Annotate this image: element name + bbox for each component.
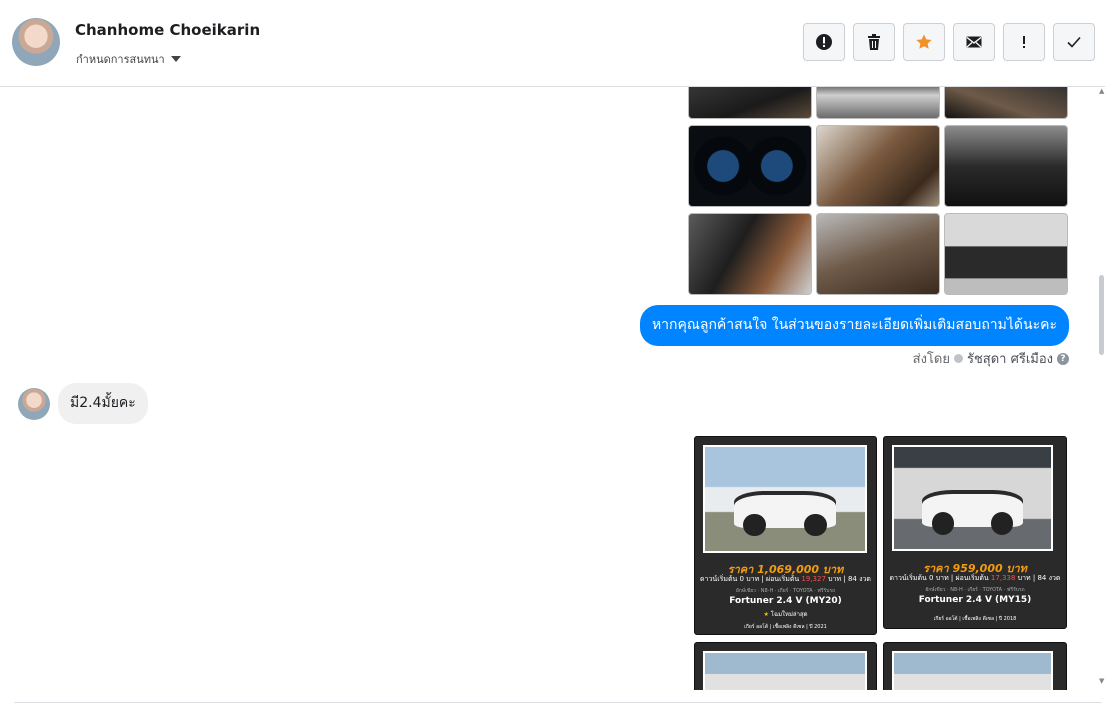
sender-avatar[interactable] — [18, 388, 50, 420]
caret-down-icon — [170, 56, 181, 62]
photo-attachment[interactable] — [688, 213, 812, 295]
help-icon[interactable]: ? — [1057, 352, 1069, 365]
star-icon — [916, 34, 932, 49]
photo-attachment[interactable] — [816, 87, 940, 119]
sent-by-prefix: ส่งโดย — [912, 352, 950, 367]
listing-sub: ยักษ์เขียว · N8-H · เกียร์ · TOYOTA · ฟร… — [925, 587, 1025, 593]
star-icon: ★ — [763, 611, 769, 618]
outgoing-message-bubble[interactable]: หากคุณลูกค้าสนใจ ในส่วนของรายละเอียดเพิ่… — [639, 305, 1069, 346]
mark-unread-button[interactable] — [953, 23, 995, 61]
photo-attachment[interactable] — [688, 125, 812, 207]
car-photo — [892, 445, 1053, 551]
conversation-toolbar — [803, 23, 1095, 61]
sent-by-info: ส่งโดย รัชสุดา ศรีเมือง ? — [913, 348, 1069, 369]
agent-avatar-icon — [953, 354, 963, 363]
car-photo — [892, 651, 1053, 690]
sent-by-name[interactable]: รัชสุดา ศรีเมือง — [967, 348, 1053, 369]
listing-model: Fortuner 2.4 V (MY15) — [918, 595, 1032, 605]
listing-image[interactable] — [694, 642, 877, 690]
scroll-up-icon[interactable]: ▲ — [1099, 87, 1104, 95]
photo-attachment[interactable] — [944, 125, 1068, 207]
car-photo — [703, 445, 867, 553]
check-icon — [1067, 36, 1081, 48]
listing-model: Fortuner 2.4 V (MY20) — [729, 596, 842, 606]
label-dropdown[interactable]: กำหนดการสนทนา — [76, 50, 181, 68]
message-thread[interactable]: หากคุณลูกค้าสนใจ ในส่วนของรายละเอียดเพิ่… — [0, 87, 1105, 690]
thread-scrollbar[interactable]: ▲ ▼ — [1098, 87, 1105, 690]
delete-button[interactable] — [853, 23, 895, 61]
mark-spam-button[interactable] — [803, 23, 845, 61]
listing-badge: ★ โฉมใหม่ล่าสุด — [763, 611, 808, 618]
label-dropdown-text: กำหนดการสนทนา — [76, 53, 165, 66]
photo-attachment[interactable] — [944, 213, 1068, 295]
car-photo — [703, 651, 867, 690]
scroll-down-icon[interactable]: ▼ — [1099, 677, 1104, 685]
listing-footer: เกียร์ ออโต้ | เชื้อเพลิง ดีเซล | ปี 201… — [933, 616, 1017, 622]
contact-name[interactable]: Chanhome Choeikarin — [75, 21, 260, 39]
listing-image[interactable] — [883, 642, 1067, 690]
star-button[interactable] — [903, 23, 945, 61]
listing-sub: ยักษ์เขียว · N8-H · เกียร์ · TOYOTA · ฟร… — [735, 588, 836, 594]
exclamation-circle-icon — [816, 34, 832, 50]
trash-icon — [868, 34, 880, 50]
contact-avatar[interactable] — [12, 18, 60, 66]
photo-attachment[interactable] — [816, 213, 940, 295]
incoming-message-bubble[interactable]: มี2.4มั้ยคะ — [58, 383, 148, 424]
listing-terms: ดาวน์เริ่มต้น 0 บาท | ผ่อนเริ่มต้น 17,33… — [889, 574, 1061, 582]
envelope-icon — [966, 36, 982, 48]
scrollbar-thumb[interactable] — [1099, 275, 1104, 355]
listing-image[interactable]: ราคา 1,069,000 บาท ดาวน์เริ่มต้น 0 บาท |… — [694, 436, 877, 635]
conversation-header: Chanhome Choeikarin กำหนดการสนทนา — [0, 0, 1105, 87]
photo-attachment[interactable] — [944, 87, 1068, 119]
listing-terms: ดาวน์เริ่มต้น 0 บาท | ผ่อนเริ่มต้น 19,32… — [700, 575, 871, 583]
listing-footer: เกียร์ ออโต้ | เชื้อเพลิง ดีเซล | ปี 202… — [744, 624, 827, 630]
photo-attachment[interactable] — [688, 87, 812, 119]
listing-image[interactable]: ราคา 959,000 บาท ดาวน์เริ่มต้น 0 บาท | ผ… — [883, 436, 1067, 629]
exclamation-icon — [1023, 36, 1025, 48]
photo-attachment[interactable] — [816, 125, 940, 207]
follow-up-button[interactable] — [1003, 23, 1045, 61]
mark-done-button[interactable] — [1053, 23, 1095, 61]
